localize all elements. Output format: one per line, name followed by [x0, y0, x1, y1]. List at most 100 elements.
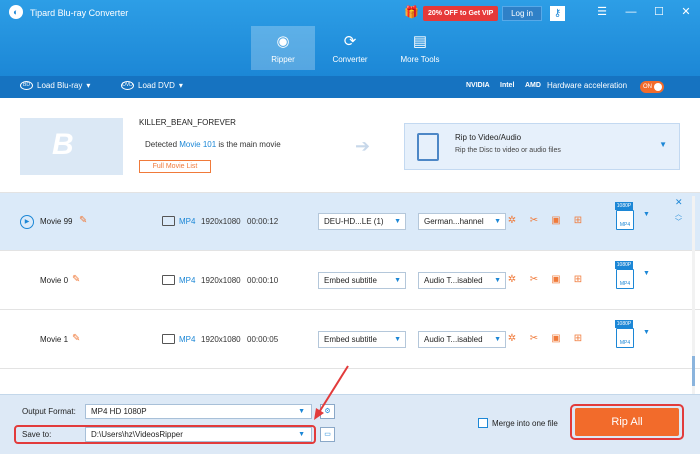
scrollbar[interactable]	[692, 196, 695, 394]
toolbox-icon: ▤	[412, 33, 428, 50]
output-format-button[interactable]: 1080P MP4	[612, 261, 638, 293]
merge-option[interactable]: Merge into one file	[478, 418, 558, 428]
edit-video-icon[interactable]: ▣	[549, 215, 563, 226]
chevron-down-icon: ▼	[394, 218, 401, 225]
edit-icon[interactable]: ✎	[72, 274, 80, 285]
close-icon[interactable]: ✕	[679, 4, 693, 20]
output-format-label: MP4	[619, 340, 631, 346]
table-row[interactable]: ▶ Movie 99 ✎ MP4 1920x1080 00:00:12 DEU-…	[0, 193, 700, 251]
audio-track-select[interactable]: Audio T...isabled ▼	[418, 272, 506, 289]
duration: 00:00:05	[247, 335, 279, 344]
cut-icon[interactable]: ✂	[527, 215, 541, 226]
minimize-icon[interactable]: —	[624, 4, 638, 20]
film-icon	[162, 216, 175, 226]
edit-icon[interactable]: ✎	[72, 333, 80, 344]
tab-more-tools[interactable]: ▤ More Tools	[388, 26, 452, 70]
annotation-arrow	[314, 365, 349, 420]
rip-mode-selector[interactable]: Rip to Video/Audio Rip the Disc to video…	[404, 123, 680, 170]
amd-label: AMD	[525, 82, 541, 89]
table-row[interactable]: Movie 0 ✎ MP4 1920x1080 00:00:10 Embed s…	[0, 252, 700, 310]
chevron-down-icon[interactable]: ▼	[659, 140, 667, 149]
chevron-down-icon: ▼	[298, 408, 305, 415]
save-to-highlight	[14, 425, 316, 444]
login-button[interactable]: Log in	[502, 6, 542, 21]
remove-icon[interactable]: ✕	[675, 197, 683, 208]
film-icon	[417, 133, 439, 161]
chevron-down-icon[interactable]: ▼	[643, 270, 650, 277]
full-movie-list-button[interactable]: Full Movie List	[139, 160, 211, 173]
enhance-icon[interactable]: ✲	[505, 215, 519, 226]
load-bluray-button[interactable]: BD Load Blu-ray ▾	[20, 81, 90, 90]
cut-icon[interactable]: ✂	[527, 333, 541, 344]
compress-icon[interactable]: ⊞	[571, 274, 585, 285]
move-down-icon[interactable]: ﹀	[675, 217, 682, 227]
menu-icon[interactable]: ☰	[595, 4, 609, 20]
subtitle-value: Embed subtitle	[324, 335, 377, 344]
subtitle-select[interactable]: Embed subtitle ▼	[318, 272, 406, 289]
audio-track-select[interactable]: Audio T...isabled ▼	[418, 331, 506, 348]
chevron-down-icon: ▾	[86, 81, 91, 90]
tab-converter[interactable]: ⟳ Converter	[318, 26, 382, 70]
title-bar: ◐ Tipard Blu-ray Converter 🎁 20% OFF to …	[0, 0, 700, 76]
detected-suffix: is the main movie	[216, 140, 281, 149]
output-format-button[interactable]: 1080P MP4	[612, 202, 638, 234]
audio-track-select[interactable]: German...hannel ▼	[418, 213, 506, 230]
output-resolution-badge: 1080P	[615, 202, 633, 210]
enhance-icon[interactable]: ✲	[505, 274, 519, 285]
play-icon[interactable]: ▶	[20, 215, 34, 229]
cut-icon[interactable]: ✂	[527, 274, 541, 285]
subtitle-select[interactable]: Embed subtitle ▼	[318, 331, 406, 348]
resolution: 1920x1080	[201, 335, 241, 344]
merge-checkbox[interactable]	[478, 418, 488, 428]
disc-icon: ◉	[276, 33, 290, 50]
key-icon[interactable]: ⚷	[550, 6, 565, 21]
main-movie-link[interactable]: Movie 101	[179, 140, 216, 149]
enhance-icon[interactable]: ✲	[505, 333, 519, 344]
edit-video-icon[interactable]: ▣	[549, 333, 563, 344]
scrollbar-thumb[interactable]	[692, 356, 695, 386]
bluray-thumbnail: B	[20, 118, 123, 175]
bluray-disc-icon: BD	[20, 81, 33, 90]
gift-icon[interactable]: 🎁	[404, 4, 419, 20]
film-icon	[162, 275, 175, 285]
output-format-button[interactable]: 1080P MP4	[612, 320, 638, 352]
edit-icon[interactable]: ✎	[79, 215, 87, 226]
rip-mode-desc: Rip the Disc to video or audio files	[455, 147, 561, 154]
movie-info-panel: B KILLER_BEAN_FOREVER Detected Movie 101…	[0, 98, 700, 193]
app-title: Tipard Blu-ray Converter	[30, 8, 129, 18]
source-format: MP4	[179, 276, 196, 285]
load-dvd-button[interactable]: DVD Load DVD ▾	[121, 81, 183, 90]
rip-mode-title: Rip to Video/Audio	[455, 133, 522, 142]
compress-icon[interactable]: ⊞	[571, 215, 585, 226]
folder-icon[interactable]: ▭	[320, 427, 335, 442]
subtitle-value: Embed subtitle	[324, 276, 377, 285]
compress-icon[interactable]: ⊞	[571, 333, 585, 344]
detected-text: Detected Movie 101 is the main movie	[145, 140, 281, 149]
output-format-value: MP4 HD 1080P	[91, 407, 147, 416]
toolbar: BD Load Blu-ray ▾ DVD Load DVD ▾ NVIDIA …	[0, 76, 700, 98]
load-dvd-label: Load DVD	[138, 81, 175, 90]
duration: 00:00:12	[247, 217, 279, 226]
maximize-icon[interactable]: ☐	[652, 4, 666, 20]
chevron-down-icon: ▼	[494, 336, 501, 343]
subtitle-select[interactable]: DEU-HD...LE (1) ▼	[318, 213, 406, 230]
output-format-label: MP4	[619, 222, 631, 228]
vip-promo-button[interactable]: 20% OFF to Get VIP	[423, 6, 499, 21]
title-name: Movie 99	[40, 217, 73, 226]
chevron-down-icon[interactable]: ▼	[643, 329, 650, 336]
tab-ripper[interactable]: ◉ Ripper	[251, 26, 315, 70]
chevron-down-icon[interactable]: ▼	[643, 211, 650, 218]
table-row[interactable]: Movie 1 ✎ MP4 1920x1080 00:00:05 Embed s…	[0, 311, 700, 369]
arrow-right-icon: ➔	[355, 136, 371, 156]
edit-video-icon[interactable]: ▣	[549, 274, 563, 285]
title-name: Movie 0	[40, 276, 69, 285]
hw-accel-label: Hardware acceleration	[547, 81, 628, 90]
output-format-select[interactable]: MP4 HD 1080P ▼	[85, 404, 312, 419]
resolution: 1920x1080	[201, 276, 241, 285]
output-resolution-badge: 1080P	[615, 320, 633, 328]
convert-icon: ⟳	[343, 33, 357, 50]
output-file-icon: MP4	[616, 210, 634, 230]
audio-value: Audio T...isabled	[424, 276, 483, 285]
rip-all-button[interactable]: Rip All	[575, 408, 679, 436]
hw-accel-toggle[interactable]: ON	[640, 81, 664, 93]
